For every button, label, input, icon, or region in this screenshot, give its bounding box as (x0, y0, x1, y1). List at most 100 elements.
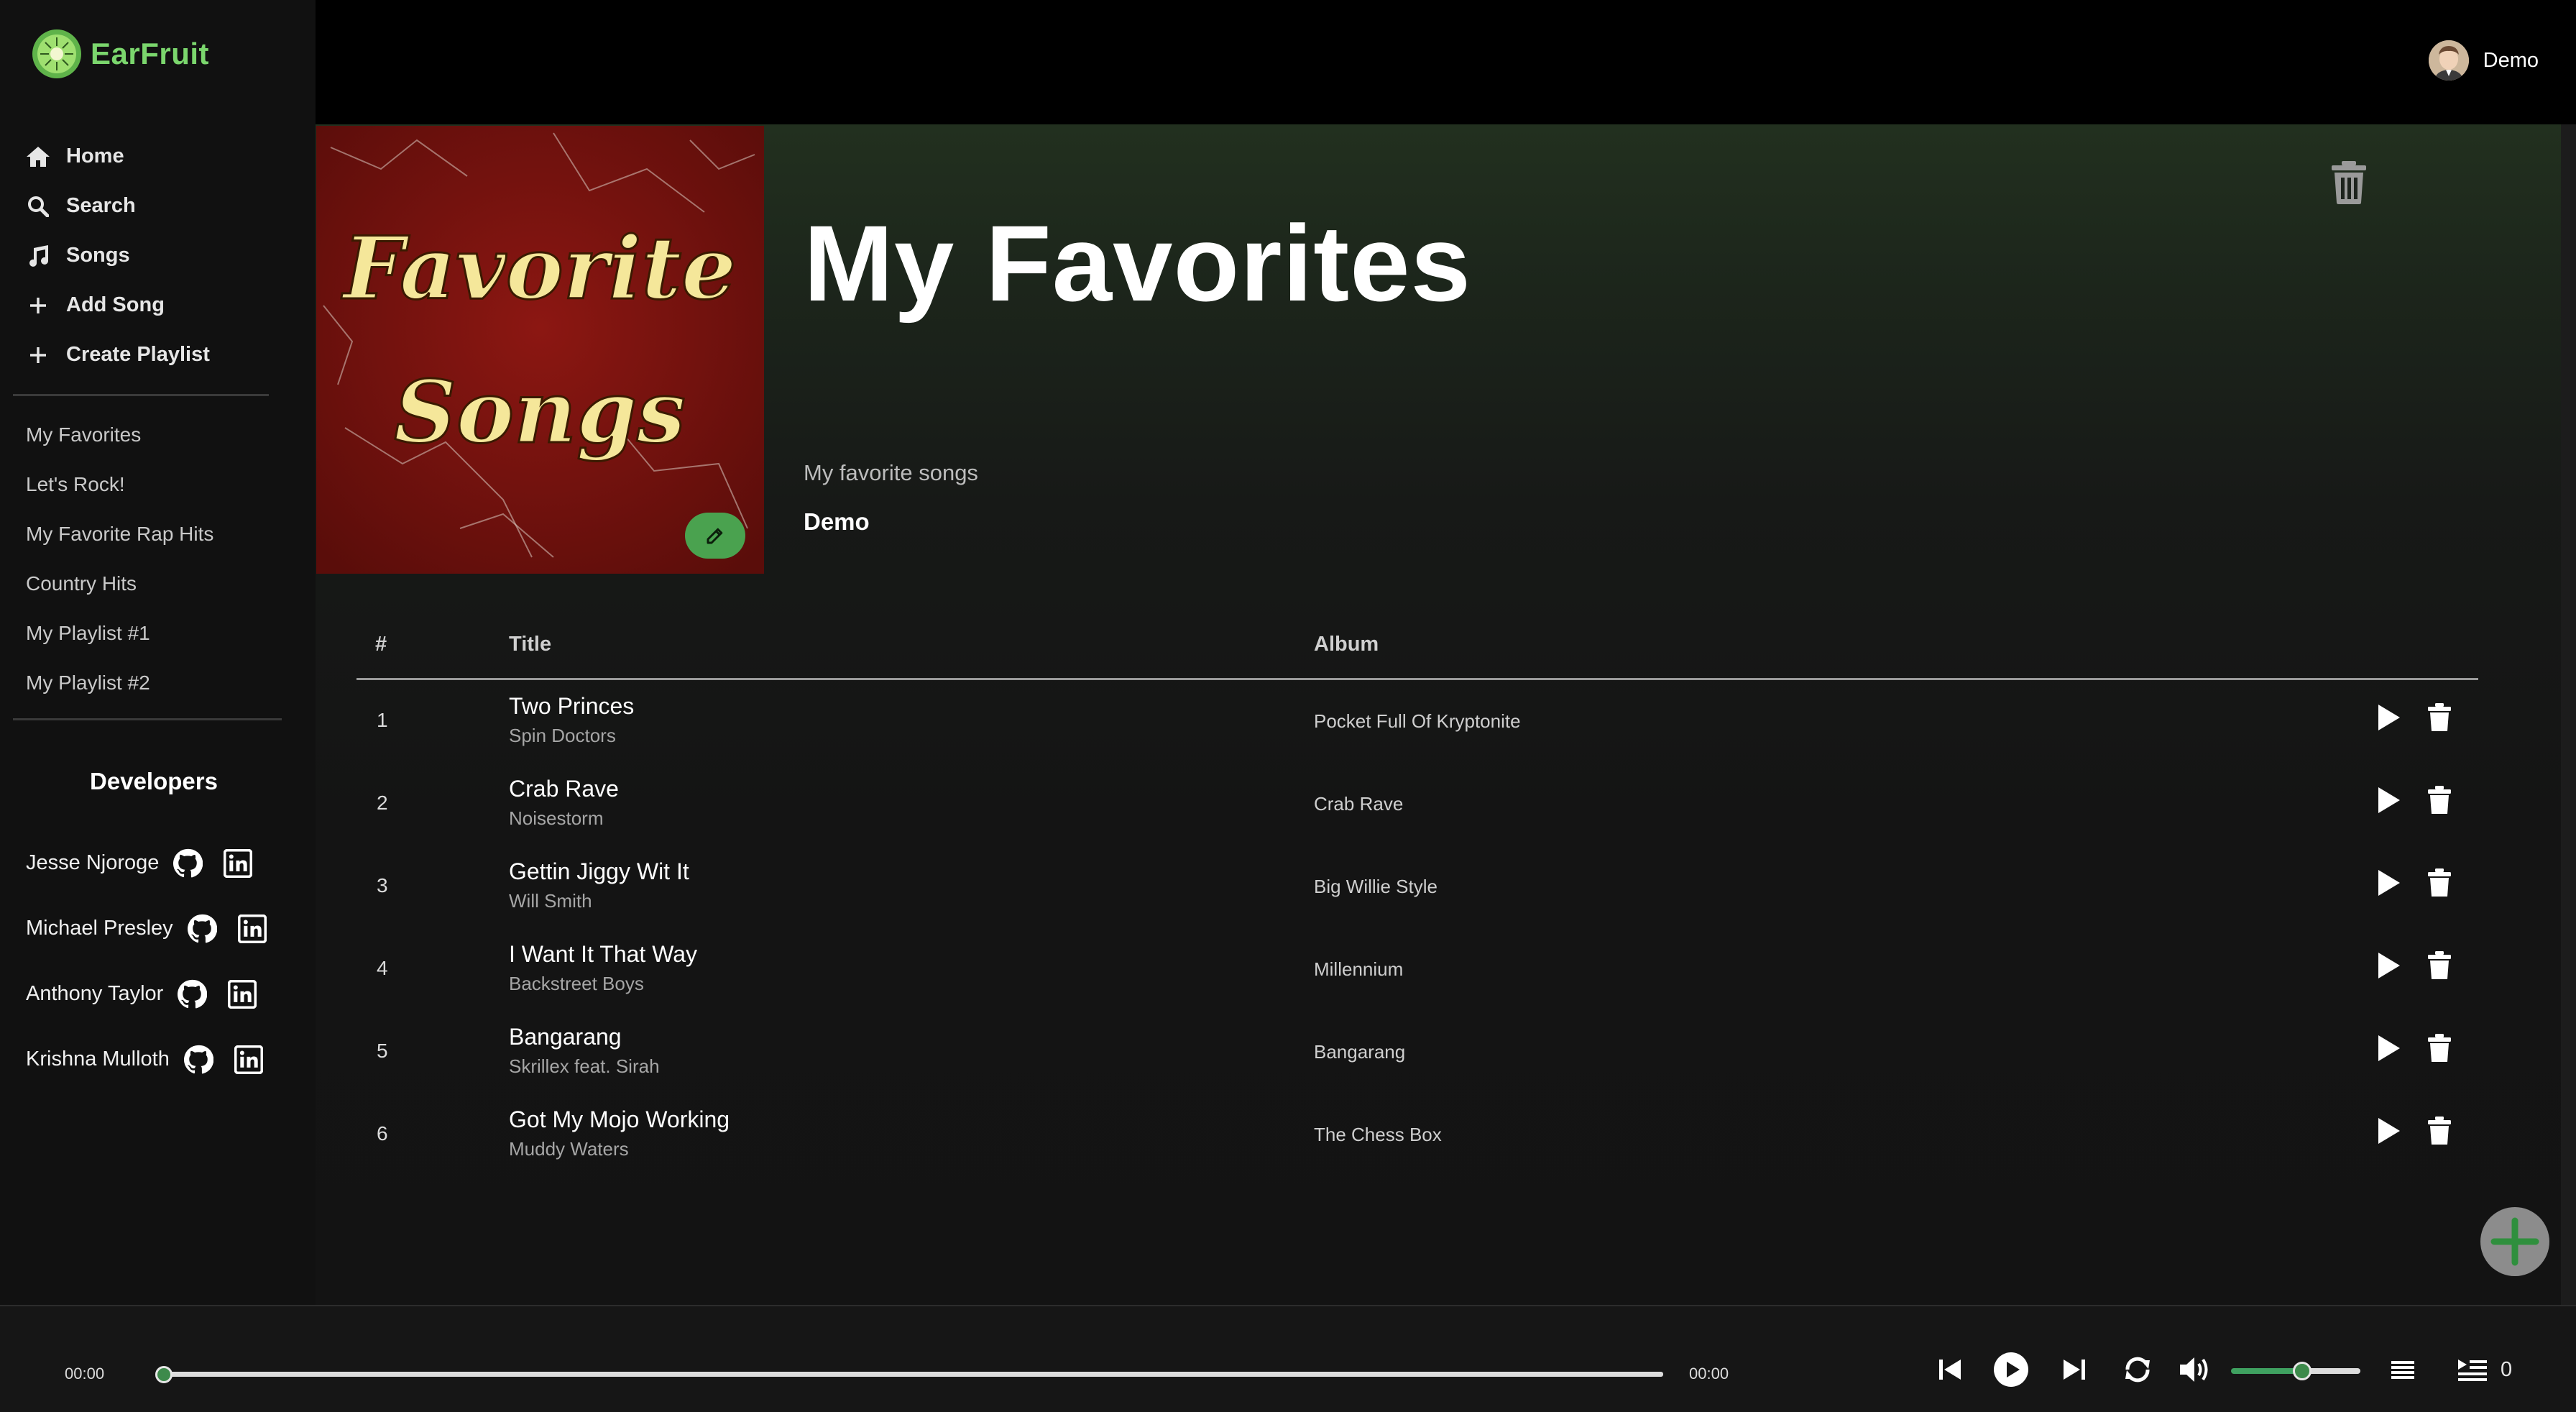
linkedin-icon[interactable] (236, 913, 268, 945)
sidebar-playlist-item[interactable]: My Playlist #1 (26, 608, 213, 658)
table-row[interactable]: 3 Gettin Jiggy Wit It Will Smith Big Wil… (356, 845, 2478, 928)
progress-bar[interactable] (163, 1372, 1663, 1377)
github-icon[interactable] (186, 913, 218, 945)
trash-icon (2428, 1117, 2451, 1145)
sidebar: EarFruit Home Search Songs Add Song Crea… (0, 0, 316, 1305)
playlist-owner[interactable]: Demo (804, 508, 870, 536)
track-album: Millennium (1314, 958, 1404, 980)
nav-label: Home (66, 145, 124, 168)
scrollbar[interactable] (2561, 124, 2576, 1305)
plus-icon (24, 341, 52, 369)
home-icon (24, 143, 52, 170)
sidebar-playlist-item[interactable]: My Favorites (26, 410, 213, 459)
table-row[interactable]: 2 Crab Rave Noisestorm Crab Rave (356, 763, 2478, 845)
app-logo[interactable]: EarFruit (32, 29, 209, 79)
play-track-button[interactable] (2373, 784, 2405, 816)
sidebar-playlist-item[interactable]: My Favorite Rap Hits (26, 509, 213, 559)
trash-icon (2428, 868, 2451, 897)
queue-icon (2458, 1360, 2487, 1381)
sidebar-playlist-item[interactable]: My Playlist #2 (26, 658, 213, 707)
cover-text-songs: Songs (394, 362, 685, 463)
table-row[interactable]: 4 I Want It That Way Backstreet Boys Mil… (356, 928, 2478, 1011)
track-title: Got My Mojo Working (509, 1106, 730, 1132)
remove-track-button[interactable] (2424, 1115, 2455, 1147)
developer-list: Jesse Njoroge Michael Presley Anthony Ta… (26, 830, 287, 1092)
playlist-description: My favorite songs (804, 460, 978, 485)
github-icon[interactable] (183, 1044, 214, 1076)
sidebar-divider (13, 718, 282, 720)
repeat-button[interactable] (2122, 1348, 2153, 1391)
trash-icon (2428, 951, 2451, 979)
play-track-button[interactable] (2373, 1115, 2405, 1147)
playlist-cover-image: Favorite Songs (316, 126, 764, 574)
previous-button[interactable] (1936, 1348, 1964, 1391)
nav-item-add-song[interactable]: Add Song (24, 280, 210, 330)
play-track-button[interactable] (2373, 950, 2405, 981)
play-circle-icon (1994, 1352, 2028, 1387)
remove-track-button[interactable] (2424, 950, 2455, 981)
volume-slider[interactable] (2231, 1362, 2360, 1380)
remove-track-button[interactable] (2424, 1032, 2455, 1064)
developer-row: Jesse Njoroge (26, 830, 287, 896)
column-header-album: Album (1314, 633, 1379, 656)
linkedin-icon[interactable] (233, 1044, 264, 1076)
nav-item-songs[interactable]: Songs (24, 231, 210, 280)
edit-playlist-button[interactable] (685, 513, 745, 559)
remove-track-button[interactable] (2424, 784, 2455, 816)
table-row[interactable]: 1 Two Princes Spin Doctors Pocket Full O… (356, 680, 2478, 763)
nav-item-home[interactable]: Home (24, 132, 210, 181)
skip-previous-icon (1939, 1360, 1961, 1380)
user-menu[interactable]: Demo (2428, 40, 2539, 81)
track-album: The Chess Box (1314, 1124, 1442, 1145)
track-number: 3 (377, 874, 388, 897)
column-header-title: Title (509, 633, 552, 656)
table-row[interactable]: 6 Got My Mojo Working Muddy Waters The C… (356, 1094, 2478, 1176)
progress-thumb[interactable] (155, 1366, 172, 1383)
play-track-button[interactable] (2373, 1032, 2405, 1064)
linkedin-icon[interactable] (222, 848, 254, 879)
queue-button[interactable] (2455, 1348, 2490, 1391)
nav-label: Add Song (66, 293, 165, 316)
track-title: Bangarang (509, 1024, 622, 1050)
nav-item-create-playlist[interactable]: Create Playlist (24, 330, 210, 380)
track-artist: Spin Doctors (509, 725, 616, 746)
remove-track-button[interactable] (2424, 702, 2455, 733)
github-icon[interactable] (172, 848, 203, 879)
trash-icon (2428, 703, 2451, 731)
plus-icon (24, 292, 52, 319)
track-artist: Will Smith (509, 890, 592, 912)
github-icon[interactable] (176, 978, 208, 1010)
plus-icon (2490, 1216, 2540, 1267)
developer-row: Michael Presley (26, 896, 287, 961)
track-album: Pocket Full Of Kryptonite (1314, 710, 1521, 732)
play-track-button[interactable] (2373, 702, 2405, 733)
nav-label: Search (66, 194, 136, 217)
play-track-button[interactable] (2373, 867, 2405, 899)
track-number: 4 (377, 957, 388, 979)
edit-icon (704, 525, 726, 546)
table-row[interactable]: 5 Bangarang Skrillex feat. Sirah Bangara… (356, 1011, 2478, 1094)
nav-item-search[interactable]: Search (24, 181, 210, 231)
add-song-to-playlist-button[interactable] (2480, 1207, 2549, 1276)
sidebar-playlist-item[interactable]: Country Hits (26, 559, 213, 608)
volume-button[interactable] (2178, 1348, 2214, 1391)
volume-level (2231, 1368, 2302, 1374)
menu-button[interactable] (2387, 1348, 2419, 1391)
column-header-number: # (375, 633, 387, 656)
linkedin-icon[interactable] (226, 978, 258, 1010)
remove-track-button[interactable] (2424, 867, 2455, 899)
next-button[interactable] (2060, 1348, 2089, 1391)
duration: 00:00 (1689, 1365, 1729, 1383)
delete-playlist-button[interactable] (2329, 160, 2369, 206)
play-pause-button[interactable] (1992, 1348, 2030, 1391)
volume-thumb[interactable] (2293, 1362, 2312, 1380)
play-icon (2378, 1035, 2400, 1061)
sidebar-playlist-item[interactable]: Let's Rock! (26, 459, 213, 509)
track-title: I Want It That Way (509, 941, 697, 967)
track-number: 1 (377, 709, 388, 731)
track-artist: Backstreet Boys (509, 973, 644, 994)
track-album: Big Willie Style (1314, 876, 1438, 897)
top-bar: Demo (316, 0, 2576, 124)
audio-player: 00:00 00:00 0 (0, 1305, 2576, 1412)
page-title: My Favorites (804, 203, 1471, 324)
